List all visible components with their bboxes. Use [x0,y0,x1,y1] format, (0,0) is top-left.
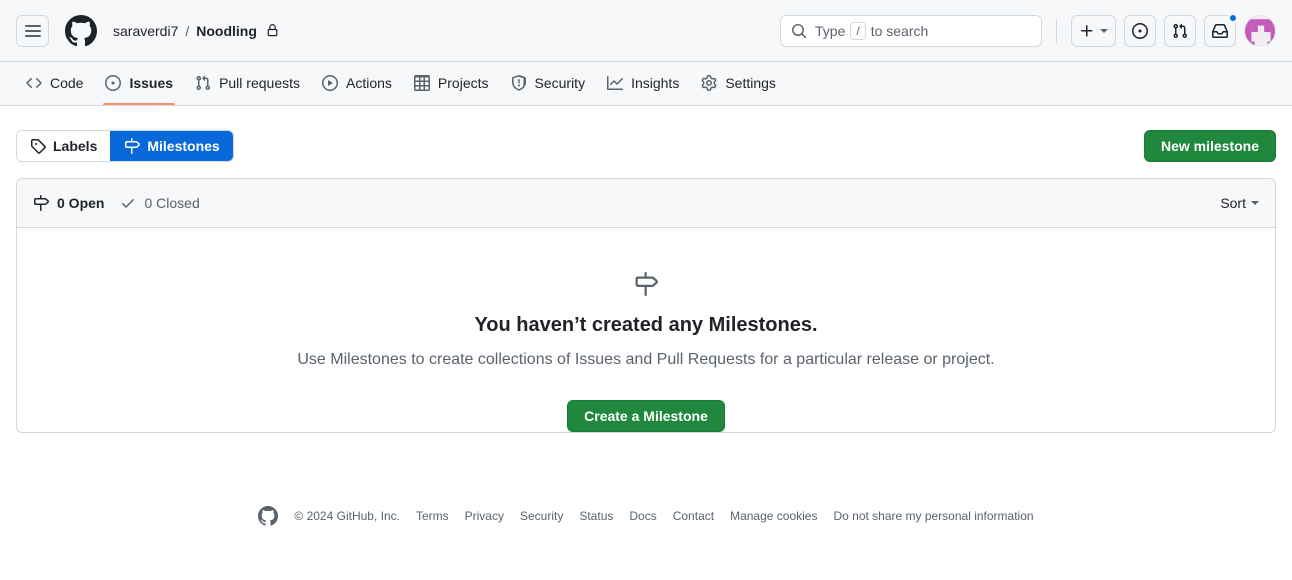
chevron-down-icon [1100,29,1108,33]
open-milestones-filter[interactable]: 0 Open [33,195,104,211]
milestones-panel: 0 Open 0 Closed Sort You haven’t cr [16,178,1276,433]
tab-code-label: Code [50,75,83,91]
header-divider [1056,19,1057,43]
github-logo-icon[interactable] [65,15,97,47]
blankslate-action: Create a Milestone [37,400,1255,432]
global-issues-button[interactable] [1124,15,1156,47]
breadcrumb-repo[interactable]: Noodling [196,23,257,39]
global-nav-menu-button[interactable] [16,15,49,47]
tab-security[interactable]: Security [501,61,596,105]
milestones-tab-label: Milestones [147,138,219,154]
footer-link-docs[interactable]: Docs [629,509,656,523]
closed-milestones-filter[interactable]: 0 Closed [120,195,199,211]
footer-copyright: © 2024 GitHub, Inc. [294,509,400,523]
tab-pull-requests-label: Pull requests [219,75,300,91]
footer-link-do-not-share[interactable]: Do not share my personal information [833,509,1033,523]
check-icon [120,195,136,211]
footer-link-security[interactable]: Security [520,509,563,523]
milestone-icon [37,272,1255,296]
new-milestone-button[interactable]: New milestone [1144,130,1276,162]
tab-insights[interactable]: Insights [597,61,689,105]
tag-icon [30,138,46,154]
hamburger-bar [25,25,41,27]
breadcrumb-owner[interactable]: saraverdi7 [113,23,178,39]
tab-insights-label: Insights [631,75,679,91]
search-placeholder-text: Type / to search [815,22,928,40]
github-mark-icon [258,506,278,526]
hamburger-bar [25,30,41,32]
page-footer: © 2024 GitHub, Inc. Terms Privacy Securi… [0,506,1292,526]
tab-actions[interactable]: Actions [312,61,402,105]
milestone-icon [33,195,49,211]
tab-issues-label: Issues [129,75,173,91]
labels-milestones-segmented-control: Labels Milestones [16,130,234,162]
labels-tab-label: Labels [53,138,97,154]
plus-icon [1079,23,1095,39]
labels-tab-button[interactable]: Labels [17,131,110,161]
footer-link-terms[interactable]: Terms [416,509,449,523]
tab-actions-label: Actions [346,75,392,91]
header-actions: Type / to search [780,15,1276,47]
gear-icon [701,75,717,91]
search-input[interactable]: Type / to search [780,15,1042,47]
footer-link-manage-cookies[interactable]: Manage cookies [730,509,817,523]
table-icon [414,75,430,91]
milestone-icon [124,138,140,154]
milestones-blankslate: You haven’t created any Milestones. Use … [17,228,1275,432]
hamburger-bar [25,35,41,37]
code-icon [26,75,42,91]
sort-label: Sort [1220,195,1246,211]
breadcrumb-separator: / [185,23,189,39]
footer-link-privacy[interactable]: Privacy [465,509,504,523]
play-icon [322,75,338,91]
notifications-button[interactable] [1204,15,1236,47]
tab-projects-label: Projects [438,75,489,91]
main-content: Labels Milestones New milestone 0 Open [0,106,1292,433]
inbox-icon [1212,23,1228,39]
milestones-subnav: Labels Milestones New milestone [16,130,1276,162]
blankslate-description: Use Milestones to create collections of … [37,348,1255,372]
git-pull-request-icon [1172,23,1188,39]
global-pull-requests-button[interactable] [1164,15,1196,47]
blankslate-heading: You haven’t created any Milestones. [37,312,1255,338]
open-milestones-count: 0 Open [57,195,104,211]
search-prefix: Type [815,23,845,39]
tab-projects[interactable]: Projects [404,61,499,105]
notification-unread-indicator [1228,13,1238,23]
repository-nav: Code Issues Pull requests Actions Projec [0,62,1292,106]
search-icon [791,23,807,39]
page-root: saraverdi7 / Noodling Type / to se [0,0,1292,580]
closed-milestones-count: 0 Closed [144,195,199,211]
tab-settings[interactable]: Settings [691,61,786,105]
create-milestone-button[interactable]: Create a Milestone [567,400,725,432]
create-new-menu-button[interactable] [1071,15,1116,47]
search-suffix: to search [871,23,929,39]
graph-icon [607,75,623,91]
tab-pull-requests[interactable]: Pull requests [185,61,310,105]
avatar[interactable] [1244,15,1276,47]
global-header: saraverdi7 / Noodling Type / to se [0,0,1292,62]
tab-issues[interactable]: Issues [95,61,183,105]
lock-icon [266,24,279,37]
git-pull-request-icon [195,75,211,91]
tab-security-label: Security [535,75,586,91]
sort-dropdown-button[interactable]: Sort [1220,195,1259,211]
issue-opened-icon [1132,23,1148,39]
footer-link-contact[interactable]: Contact [673,509,714,523]
chevron-down-icon [1251,201,1259,205]
milestones-tab-button[interactable]: Milestones [110,131,232,161]
tab-code[interactable]: Code [16,61,93,105]
shield-icon [511,75,527,91]
footer-link-status[interactable]: Status [579,509,613,523]
tab-settings-label: Settings [725,75,776,91]
milestones-filter-bar: 0 Open 0 Closed Sort [17,179,1275,228]
breadcrumb: saraverdi7 / Noodling [113,23,279,39]
issue-opened-icon [105,75,121,91]
search-slash-key: / [850,22,865,40]
